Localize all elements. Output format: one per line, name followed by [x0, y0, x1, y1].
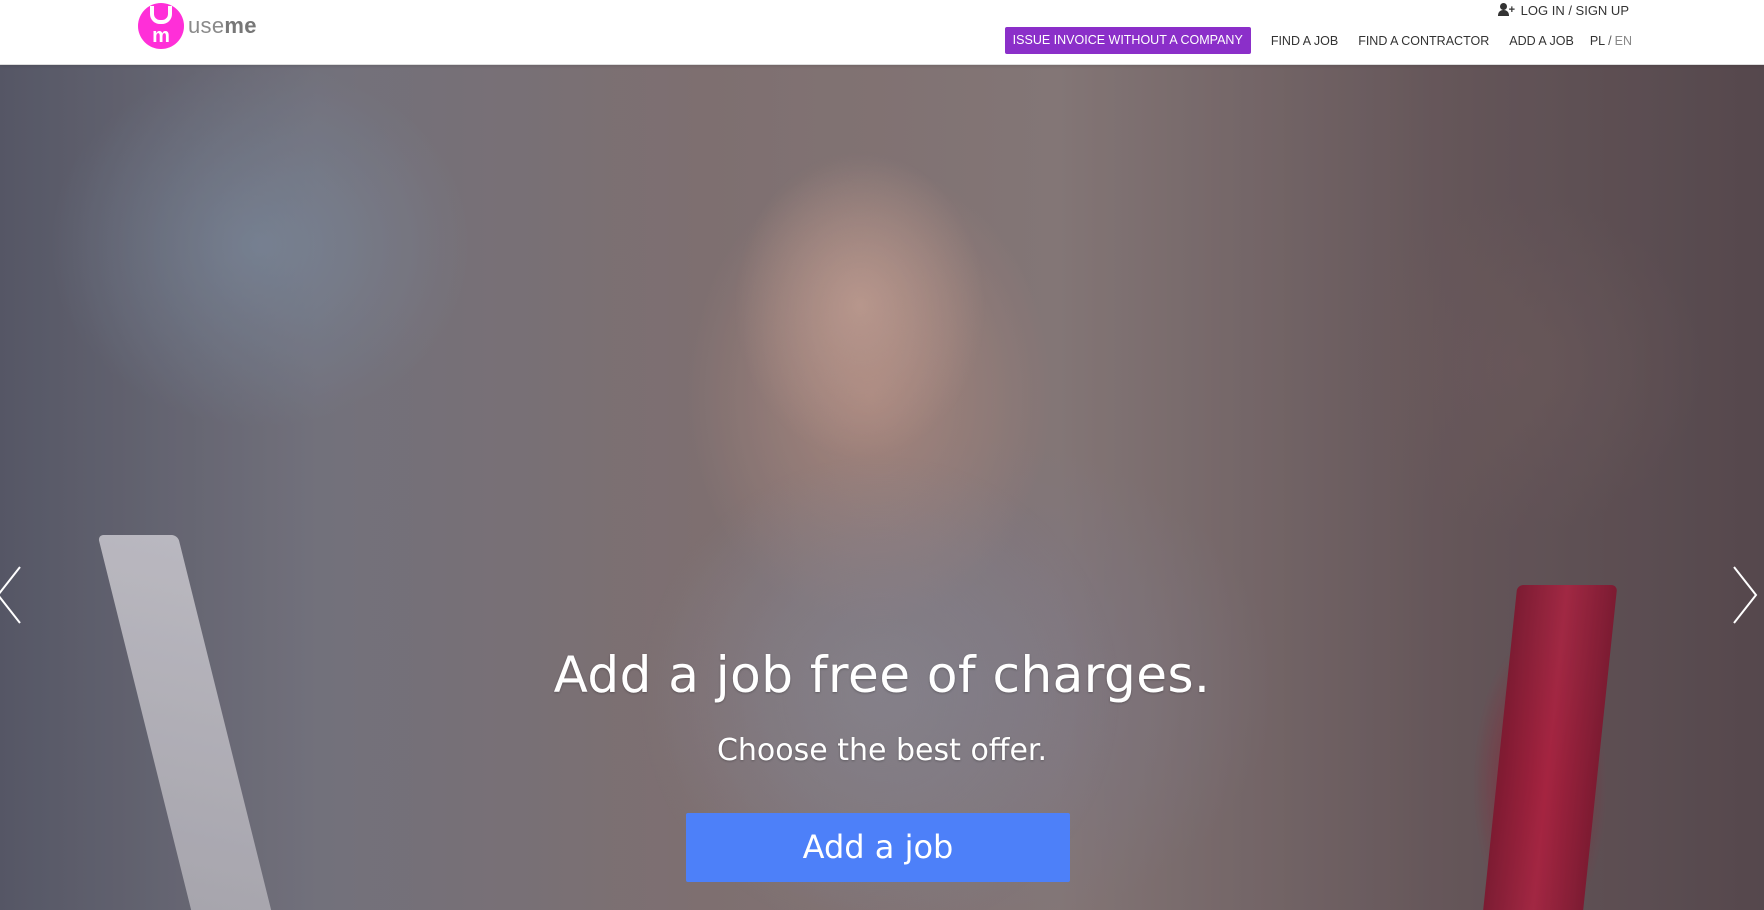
nav-find-contractor[interactable]: FIND A CONTRACTOR — [1358, 34, 1489, 48]
chevron-right-icon[interactable] — [1732, 565, 1760, 625]
hero-headline: Add a job free of charges. — [553, 646, 1211, 704]
chevron-left-icon[interactable] — [0, 565, 22, 625]
main-nav: ISSUE INVOICE WITHOUT A COMPANY FIND A J… — [1004, 27, 1632, 54]
lang-pl[interactable]: PL — [1590, 34, 1605, 48]
nav-find-job[interactable]: FIND A JOB — [1271, 34, 1338, 48]
hero-subline: Choose the best offer. — [716, 733, 1048, 768]
login-signup-label: LOG IN / SIGN UP — [1520, 2, 1629, 18]
site-header: m useme + LOG IN / SIGN UP ISSUE INVOICE… — [0, 0, 1764, 65]
logo-wordmark: useme — [188, 13, 257, 38]
lang-separator: / — [1608, 33, 1612, 48]
logo-mark-icon: m — [138, 3, 184, 49]
nav-add-job[interactable]: ADD A JOB — [1509, 34, 1574, 48]
language-switcher: PL / EN — [1590, 34, 1632, 48]
user-plus-icon: + — [1497, 3, 1516, 17]
lang-en[interactable]: EN — [1615, 34, 1632, 48]
login-signup-link[interactable]: + LOG IN / SIGN UP — [1497, 2, 1629, 18]
issue-invoice-button[interactable]: ISSUE INVOICE WITHOUT A COMPANY — [1004, 27, 1251, 54]
hero-image-person — [560, 75, 1180, 910]
hero-image-laptop — [97, 535, 283, 910]
hero-carousel: Add a job free of charges. Choose the be… — [0, 65, 1764, 910]
add-job-button[interactable]: Add a job — [686, 813, 1070, 882]
logo[interactable]: m useme — [138, 3, 257, 49]
